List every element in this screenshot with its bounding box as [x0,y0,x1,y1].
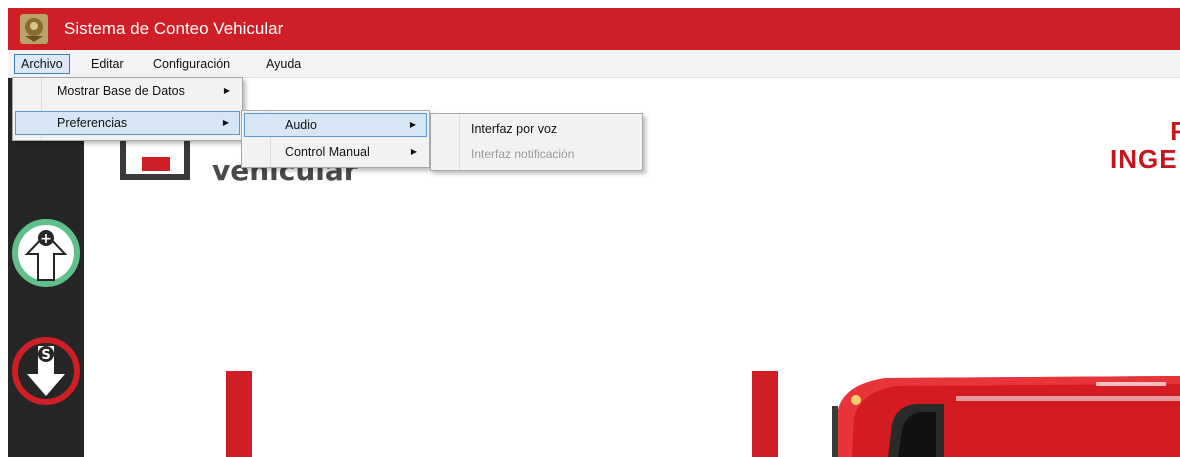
menu-item-label: Control Manual [285,145,370,159]
audio-submenu: Interfaz por voz Interfaz notificación [430,113,643,171]
brand-line-2: INGE [1110,144,1178,174]
entry-count-icon[interactable]: + [11,218,81,288]
university-seal-icon [20,14,48,44]
menu-item-audio[interactable]: Audio ▶ [244,113,427,137]
menu-item-control-manual[interactable]: Control Manual ▶ [244,140,427,164]
entry-symbol: + [40,231,52,247]
archivo-dropdown: Mostrar Base de Datos ▶ Preferencias ▶ [12,77,243,141]
menu-item-preferencias[interactable]: Preferencias ▶ [15,111,240,135]
menu-item-label: Mostrar Base de Datos [57,84,185,98]
menu-editar[interactable]: Editar [85,54,130,74]
exit-symbol: S [41,348,50,363]
menu-item-label: Interfaz por voz [471,122,558,136]
menu-item-interfaz-notificacion: Interfaz notificación [433,142,640,166]
menu-item-mostrar-base-de-datos[interactable]: Mostrar Base de Datos ▶ [15,79,240,103]
window-title: Sistema de Conteo Vehicular [64,19,284,38]
menu-item-label: Interfaz notificación [471,147,575,161]
menu-archivo[interactable]: Archivo [14,54,70,74]
menu-configuracion[interactable]: Configuración [147,54,236,74]
submenu-arrow-icon: ▶ [410,147,417,156]
brand-line-1: F [1170,116,1180,146]
bus-illustration [832,376,1180,457]
exit-count-icon[interactable]: S [11,336,81,406]
menu-item-label: Preferencias [57,116,128,130]
preferencias-submenu: Audio ▶ Control Manual ▶ [241,110,430,168]
title-bar: Sistema de Conteo Vehicular [8,8,1180,50]
menu-ayuda[interactable]: Ayuda [260,54,307,74]
submenu-arrow-icon: ▶ [409,120,416,129]
decor-red-bar-right [752,371,778,457]
menu-bar: Archivo Editar Configuración Ayuda [8,50,1180,78]
decor-red-bar-left [226,371,252,457]
faculty-brand-logo: F INGE [1108,116,1180,176]
submenu-arrow-icon: ▶ [223,86,230,95]
submenu-arrow-icon: ▶ [222,118,229,127]
menu-item-label: Audio [285,118,317,132]
logo-red-block [142,157,170,171]
menu-item-interfaz-por-voz[interactable]: Interfaz por voz [433,117,640,141]
